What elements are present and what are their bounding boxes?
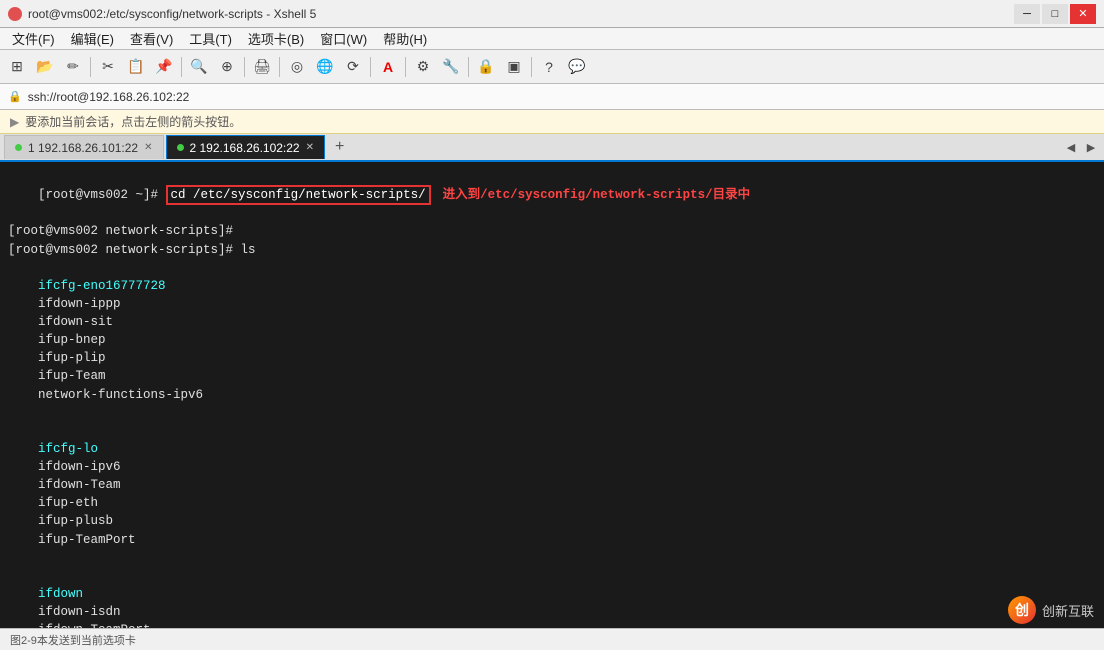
- terminal-ls-3: ifdown ifdown-isdn ifdown-TeamPort ifup-…: [8, 567, 1096, 628]
- menu-tabs[interactable]: 选项卡(B): [240, 27, 312, 50]
- info-arrow-icon: ▶: [10, 115, 19, 129]
- minimize-button[interactable]: ─: [1014, 4, 1040, 24]
- tab-2[interactable]: 2 192.168.26.102:22 ✕: [166, 135, 326, 159]
- tb-globe[interactable]: 🌐: [312, 54, 338, 80]
- info-bar: ▶ 要添加当前会话，点击左侧的箭头按钮。: [0, 110, 1104, 134]
- tab-1-label: 1 192.168.26.101:22: [28, 141, 138, 155]
- menu-bar: 文件(F) 编辑(E) 查看(V) 工具(T) 选项卡(B) 窗口(W) 帮助(…: [0, 28, 1104, 50]
- tb-font[interactable]: A: [375, 54, 401, 80]
- terminal-line-1: [root@vms002 ~]# cd /etc/sysconfig/netwo…: [8, 168, 1096, 222]
- tb-cut[interactable]: ✂: [95, 54, 121, 80]
- tab-next[interactable]: ▶: [1082, 138, 1100, 156]
- watermark: 创 创新互联: [1008, 596, 1094, 624]
- tb-settings1[interactable]: ⚙: [410, 54, 436, 80]
- status-text: 图2-9本发送到当前选项卡: [10, 632, 136, 648]
- tb-grid[interactable]: ▣: [501, 54, 527, 80]
- tab-1[interactable]: 1 192.168.26.101:22 ✕: [4, 135, 164, 159]
- address-icon: 🔒: [8, 90, 22, 103]
- watermark-logo: 创: [1008, 596, 1036, 624]
- toolbar: ⊞ 📂 ✏ ✂ 📋 📌 🔍 ⊕ 🖨 ◎ 🌐 ⟳ A ⚙ 🔧 🔒 ▣ ? 💬: [0, 50, 1104, 84]
- address-bar: 🔒 ssh://root@192.168.26.102:22: [0, 84, 1104, 110]
- menu-window[interactable]: 窗口(W): [312, 27, 375, 50]
- tb-search[interactable]: 🔍: [186, 54, 212, 80]
- info-text: 要添加当前会话，点击左侧的箭头按钮。: [25, 113, 241, 130]
- address-text: ssh://root@192.168.26.102:22: [28, 90, 1096, 104]
- menu-view[interactable]: 查看(V): [122, 27, 181, 50]
- window-controls: ─ □ ✕: [1014, 4, 1096, 24]
- close-button[interactable]: ✕: [1070, 4, 1096, 24]
- maximize-button[interactable]: □: [1042, 4, 1068, 24]
- tab-bar: 1 192.168.26.101:22 ✕ 2 192.168.26.102:2…: [0, 134, 1104, 162]
- tb-copy[interactable]: 📋: [123, 54, 149, 80]
- tb-zoom[interactable]: ⊕: [214, 54, 240, 80]
- tab-add-button[interactable]: +: [327, 136, 352, 158]
- status-bar: 图2-9本发送到当前选项卡 创 创新互联: [0, 628, 1104, 650]
- tab-1-close[interactable]: ✕: [144, 142, 152, 153]
- menu-tools[interactable]: 工具(T): [181, 27, 240, 50]
- tb-print[interactable]: 🖨: [249, 54, 275, 80]
- terminal-line-2: [root@vms002 network-scripts]#: [8, 222, 1096, 240]
- tab-prev[interactable]: ◀: [1062, 138, 1080, 156]
- menu-file[interactable]: 文件(F): [4, 27, 63, 50]
- tb-sync[interactable]: ⟳: [340, 54, 366, 80]
- terminal-ls-1: ifcfg-eno16777728 ifdown-ippp ifdown-sit…: [8, 259, 1096, 422]
- window-title: root@vms002:/etc/sysconfig/network-scrip…: [28, 7, 316, 21]
- tb-new[interactable]: ⊞: [4, 54, 30, 80]
- tb-chat[interactable]: 💬: [564, 54, 590, 80]
- title-bar: root@vms002:/etc/sysconfig/network-scrip…: [0, 0, 1104, 28]
- tab-2-label: 2 192.168.26.102:22: [190, 141, 300, 155]
- tb-lock[interactable]: 🔒: [473, 54, 499, 80]
- terminal-area[interactable]: [root@vms002 ~]# cd /etc/sysconfig/netwo…: [0, 162, 1104, 628]
- tb-edit[interactable]: ✏: [60, 54, 86, 80]
- watermark-name: 创新互联: [1042, 601, 1094, 620]
- tb-paste[interactable]: 📌: [151, 54, 177, 80]
- menu-edit[interactable]: 编辑(E): [63, 27, 122, 50]
- tab-2-close[interactable]: ✕: [306, 142, 314, 153]
- tab-navigation: ◀ ▶: [1062, 138, 1100, 156]
- tb-open[interactable]: 📂: [32, 54, 58, 80]
- terminal-line-3: [root@vms002 network-scripts]# ls: [8, 241, 1096, 259]
- tb-settings2[interactable]: 🔧: [438, 54, 464, 80]
- tb-help[interactable]: ?: [536, 54, 562, 80]
- terminal-ls-2: ifcfg-lo ifdown-ipv6 ifdown-Team ifup-et…: [8, 422, 1096, 567]
- tab-1-dot: [15, 144, 22, 151]
- tab-2-dot: [177, 144, 184, 151]
- tb-circle[interactable]: ◎: [284, 54, 310, 80]
- menu-help[interactable]: 帮助(H): [375, 27, 435, 50]
- app-icon: [8, 7, 22, 21]
